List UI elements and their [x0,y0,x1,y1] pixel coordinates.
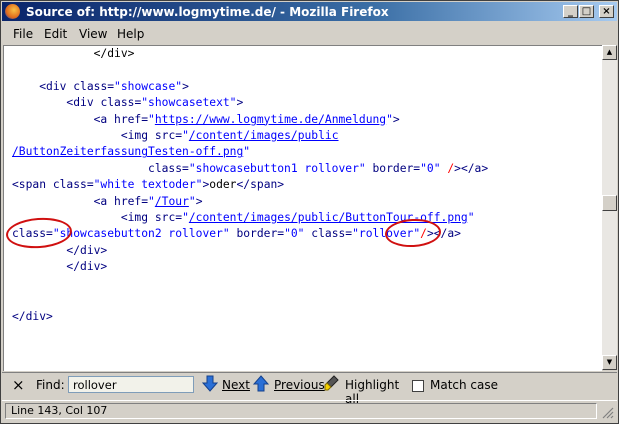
resize-grip-icon[interactable] [602,407,614,419]
window-title: Source of: http://www.logmytime.de/ - Mo… [26,5,389,19]
arrow-down-icon [202,375,218,392]
menu-help[interactable]: Help [117,27,144,41]
firefox-icon [5,4,20,19]
firefox-window: Source of: http://www.logmytime.de/ - Mo… [0,0,619,424]
match-case-label: Match case [430,378,499,392]
maximize-button[interactable]: □ [579,5,594,18]
match-case-checkbox[interactable] [412,380,424,392]
source-code: </div> <div class="showcase"> <div class… [12,47,489,323]
scroll-up-arrow-icon[interactable]: ▲ [602,45,617,60]
highlighter-icon [324,375,339,391]
title-bar: Source of: http://www.logmytime.de/ - Mo… [2,2,617,21]
menu-edit[interactable]: Edit [44,27,67,41]
find-input[interactable] [68,376,194,393]
find-label: Find: [36,378,65,392]
source-link[interactable]: /Tour [155,195,189,208]
status-text: Line 143, Col 107 [5,403,597,419]
status-bar: Line 143, Col 107 [2,400,617,423]
close-find-bar-icon[interactable]: × [12,376,25,394]
scroll-down-arrow-icon[interactable]: ▼ [602,355,617,370]
close-button[interactable]: × [599,5,614,18]
source-link[interactable]: https://www.logmytime.de/Anmeldung [155,113,386,126]
minimize-button[interactable]: _ [563,5,578,18]
source-link[interactable]: /ButtonZeiterfassungTesten-off.png [12,145,243,158]
menu-bar: File Edit View Help [2,23,617,43]
menu-view[interactable]: View [79,27,107,41]
find-next-label: Next [222,378,250,392]
find-bar: × Find: Next Previous Highlight all Matc… [2,372,617,406]
source-link[interactable]: /content/images/public [189,129,339,142]
vertical-scrollbar[interactable]: ▲ ▼ [602,45,617,370]
menu-file[interactable]: File [13,27,33,41]
code-line: </div> [12,47,135,60]
source-view[interactable]: </div> <div class="showcase"> <div class… [3,45,602,371]
scrollbar-thumb[interactable] [602,195,617,211]
find-previous-label: Previous [274,378,325,392]
arrow-up-icon [253,375,269,392]
